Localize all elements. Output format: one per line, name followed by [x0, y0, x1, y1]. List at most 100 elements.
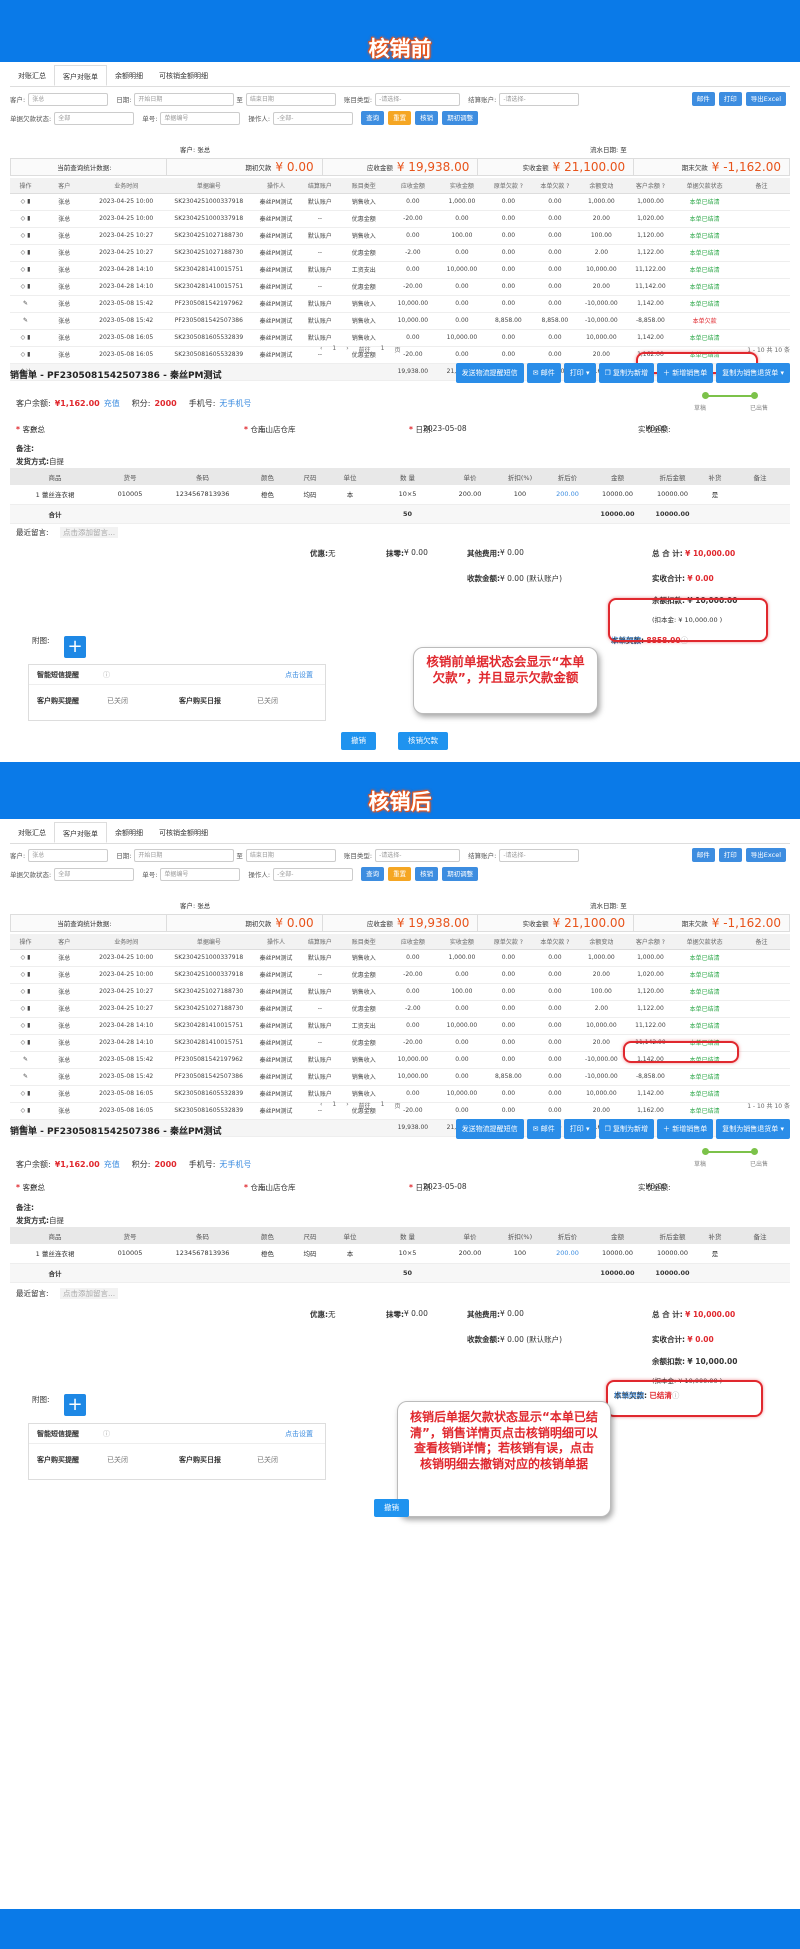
tab-writeoff-amount[interactable]: 可核销金额明细 — [151, 65, 216, 86]
end-date-input[interactable]: 结束日期 — [245, 848, 336, 862]
type-select[interactable]: -请选择- — [375, 92, 461, 106]
start-date-input[interactable]: 开始日期 — [134, 848, 235, 862]
table-row[interactable]: ✎ 张总 2023-05-08 15:42 PF2305081542507386 秦丝P… — [10, 1068, 790, 1086]
page-number[interactable]: 1 — [332, 345, 336, 354]
table-cell[interactable]: ◇ ▮ — [10, 244, 41, 262]
message-input[interactable]: 点击添加留言... — [60, 527, 119, 538]
export-button[interactable]: 导出Excel — [745, 848, 786, 862]
prev-page-button[interactable]: ‹ — [320, 345, 322, 354]
copy-new-button[interactable]: ❐ 复制为新增 — [598, 1119, 655, 1139]
item-row[interactable]: 1 蕾丝连衣裙 010005 1234567813936 橙色 均码本 10×5 200.0… — [10, 485, 790, 505]
order-date[interactable]: 2023-05-08 — [423, 424, 467, 433]
copy-return-button[interactable]: 复制为销售退货单 ▾ — [716, 363, 790, 383]
adjust-button[interactable]: 期初调整 — [442, 867, 479, 881]
tab-writeoff-amount[interactable]: 可核销金额明细 — [151, 822, 216, 843]
table-cell[interactable]: ◇ ▮ — [10, 949, 41, 967]
print-button[interactable]: 打印 — [718, 848, 742, 862]
billno-input[interactable]: 单据编号 — [160, 111, 241, 125]
type-select[interactable]: -请选择- — [375, 848, 461, 862]
tab-summary[interactable]: 对账汇总 — [10, 822, 54, 843]
tab-balance[interactable]: 余额明细 — [107, 822, 151, 843]
goto-input[interactable]: 1 — [381, 1101, 385, 1110]
table-cell[interactable]: ◇ ▮ — [10, 261, 41, 279]
operator-select[interactable]: -全部- — [273, 867, 354, 881]
send-sms-button[interactable]: 发送物流提醒短信 — [455, 1119, 524, 1139]
table-cell[interactable]: ✎ — [10, 1051, 41, 1069]
phone-value[interactable]: 无手机号 — [219, 1159, 251, 1170]
end-date-input[interactable]: 结束日期 — [245, 92, 336, 106]
table-row[interactable]: ◇ ▮ 张总 2023-04-25 10:27 SK2304251027188730 秦… — [10, 227, 790, 245]
add-image-button[interactable]: + — [64, 1394, 86, 1416]
recharge-link[interactable]: 充值 — [104, 1159, 120, 1170]
table-row[interactable]: ◇ ▮ 张总 2023-04-25 10:27 SK2304251027188730 秦… — [10, 244, 790, 262]
table-row[interactable]: ✎ 张总 2023-05-08 15:42 PF2305081542507386 秦丝P… — [10, 312, 790, 330]
tab-statement[interactable]: 客户对账单 — [54, 822, 107, 843]
tab-summary[interactable]: 对账汇总 — [10, 65, 54, 86]
order-customer[interactable]: 张总 — [30, 1182, 45, 1193]
table-row[interactable]: ◇ ▮ 张总 2023-05-08 16:05 SK2305081605532839 秦… — [10, 1085, 790, 1103]
table-cell[interactable]: ✎ — [10, 312, 41, 330]
reset-button[interactable]: 重置 — [388, 111, 412, 125]
table-row[interactable]: ◇ ▮ 张总 2023-04-25 10:00 SK2304251000337918 秦… — [10, 966, 790, 984]
query-button[interactable]: 查询 — [361, 111, 385, 125]
sales-print-button[interactable]: 打印 ▾ — [563, 1119, 596, 1139]
writeoff-debt-button[interactable]: 核销欠款 — [398, 732, 448, 750]
message-input[interactable]: 点击添加留言... — [60, 1288, 119, 1299]
sales-print-button[interactable]: 打印 ▾ — [563, 363, 596, 383]
writeoff-button[interactable]: 核销 — [415, 867, 439, 881]
table-cell[interactable]: ◇ ▮ — [10, 329, 41, 347]
start-date-input[interactable]: 开始日期 — [134, 92, 235, 106]
table-cell[interactable]: ✎ — [10, 1068, 41, 1086]
table-row[interactable]: ◇ ▮ 张总 2023-05-08 16:05 SK2305081605532839 秦… — [10, 329, 790, 347]
copy-return-button[interactable]: 复制为销售退货单 ▾ — [716, 1119, 790, 1139]
next-page-button[interactable]: › — [346, 345, 348, 354]
revoke-button[interactable]: 撤销 — [341, 732, 376, 750]
operator-select[interactable]: -全部- — [273, 111, 354, 125]
debt-status-select[interactable]: 全部 — [54, 867, 135, 881]
recharge-link[interactable]: 充值 — [104, 398, 120, 409]
prev-page-button[interactable]: ‹ — [320, 1101, 322, 1110]
table-cell[interactable]: ✎ — [10, 295, 41, 313]
table-cell[interactable]: ◇ ▮ — [10, 1000, 41, 1018]
add-image-button[interactable]: + — [64, 636, 86, 658]
billno-input[interactable]: 单据编号 — [160, 867, 241, 881]
next-page-button[interactable]: › — [346, 1101, 348, 1110]
table-cell[interactable]: ◇ ▮ — [10, 1034, 41, 1052]
table-row[interactable]: ◇ ▮ 张总 2023-04-25 10:27 SK2304251027188730 秦… — [10, 983, 790, 1001]
item-row[interactable]: 1 蕾丝连衣裙 010005 1234567813936 橙色 均码本 10×5 200.0… — [10, 1244, 790, 1264]
reset-button[interactable]: 重置 — [388, 867, 412, 881]
table-cell[interactable]: ◇ ▮ — [10, 983, 41, 1001]
goto-input[interactable]: 1 — [381, 345, 385, 354]
table-cell[interactable]: ◇ ▮ — [10, 227, 41, 245]
debt-status-select[interactable]: 全部 — [54, 111, 135, 125]
query-button[interactable]: 查询 — [361, 867, 385, 881]
copy-new-button[interactable]: ❐ 复制为新增 — [598, 363, 655, 383]
sms-setting-link[interactable]: 点击设置 — [285, 670, 313, 680]
table-row[interactable]: ✎ 张总 2023-05-08 15:42 PF2305081542197962 秦丝P… — [10, 295, 790, 313]
order-customer[interactable]: 张总 — [30, 424, 45, 435]
mail-button[interactable]: 邮件 — [691, 92, 715, 106]
phone-value[interactable]: 无手机号 — [219, 398, 251, 409]
revoke-button[interactable]: 撤销 — [374, 1499, 409, 1517]
sales-mail-button[interactable]: ✉ 邮件 — [526, 363, 561, 383]
table-row[interactable]: ◇ ▮ 张总 2023-04-25 10:00 SK2304251000337918 秦… — [10, 210, 790, 228]
table-cell[interactable]: ◇ ▮ — [10, 1017, 41, 1035]
order-date[interactable]: 2023-05-08 — [423, 1182, 467, 1191]
customer-select[interactable]: 张总 — [28, 848, 109, 862]
print-button[interactable]: 打印 — [718, 92, 742, 106]
table-row[interactable]: ◇ ▮ 张总 2023-04-28 14:10 SK2304281410015751 秦… — [10, 261, 790, 279]
table-row[interactable]: ◇ ▮ 张总 2023-04-25 10:00 SK2304251000337918 秦… — [10, 193, 790, 211]
tab-statement[interactable]: 客户对账单 — [54, 65, 107, 86]
table-row[interactable]: ◇ ▮ 张总 2023-04-25 10:00 SK2304251000337918 秦… — [10, 949, 790, 967]
sms-setting-link[interactable]: 点击设置 — [285, 1429, 313, 1439]
customer-select[interactable]: 张总 — [28, 92, 109, 106]
table-cell[interactable]: ◇ ▮ — [10, 193, 41, 211]
table-row[interactable]: ◇ ▮ 张总 2023-04-25 10:27 SK2304251027188730 秦… — [10, 1000, 790, 1018]
page-number[interactable]: 1 — [332, 1101, 336, 1110]
new-sales-button[interactable]: ＋ 新增销售单 — [657, 363, 714, 383]
table-cell[interactable]: ◇ ▮ — [10, 966, 41, 984]
adjust-button[interactable]: 期初调整 — [442, 111, 479, 125]
tab-balance[interactable]: 余额明细 — [107, 65, 151, 86]
send-sms-button[interactable]: 发送物流提醒短信 — [455, 363, 524, 383]
export-button[interactable]: 导出Excel — [745, 92, 786, 106]
